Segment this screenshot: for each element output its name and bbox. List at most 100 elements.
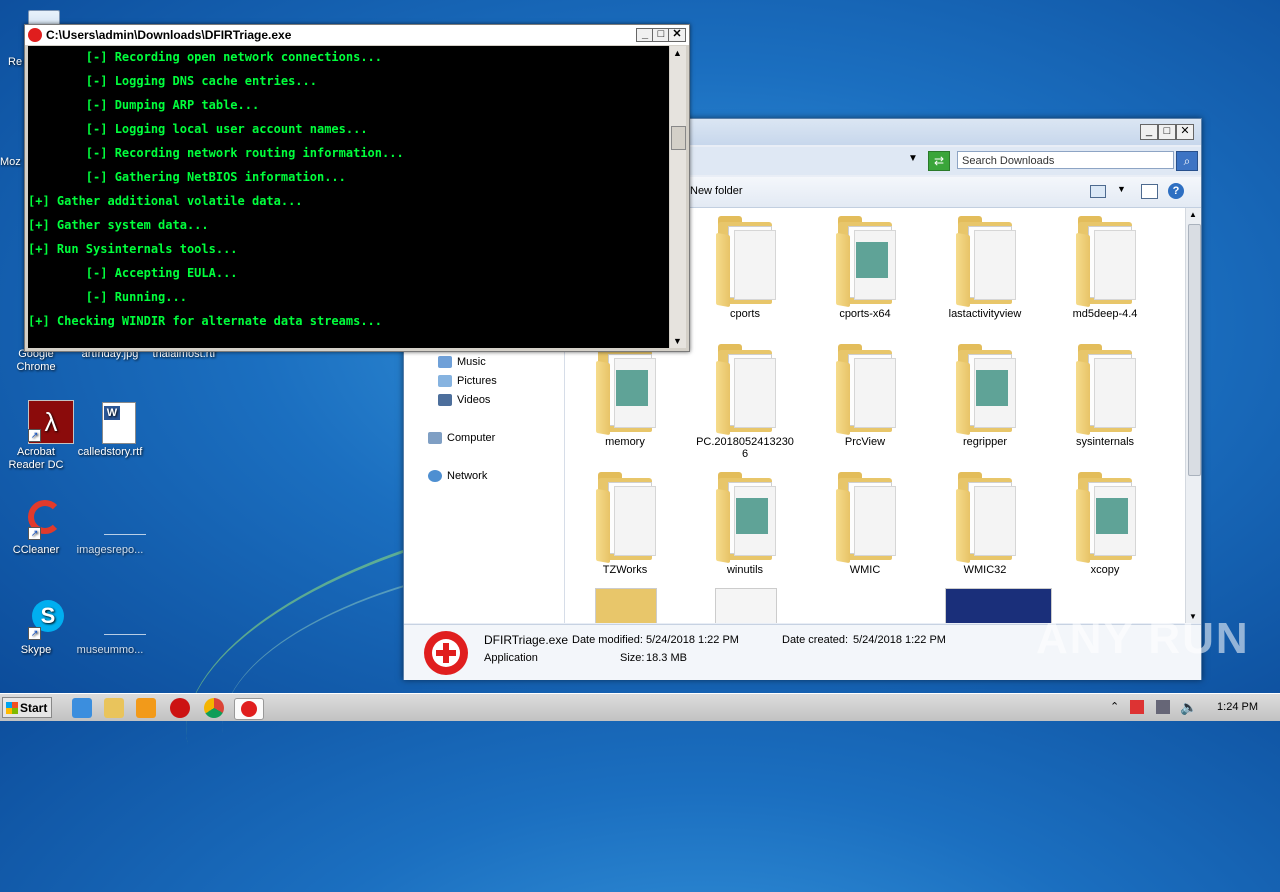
folder-icon: [1070, 344, 1140, 436]
console-line: [+] Gather system data...: [28, 218, 209, 232]
folder-item[interactable]: memory: [575, 344, 675, 448]
file-icon: [88, 496, 146, 540]
folder-item[interactable]: md5deep-4.4: [1055, 216, 1155, 320]
anyrun-watermark: ANY RUN: [1036, 614, 1250, 663]
details-modified-value: 5/24/2018 1:22 PM: [646, 634, 739, 646]
console-line: [+] Gather additional volatile data...: [28, 194, 303, 208]
computer-icon: [428, 432, 442, 445]
nav-item-network[interactable]: Network: [428, 468, 487, 484]
console-titlebar[interactable]: C:\Users\admin\Downloads\DFIRTriage.exe …: [25, 25, 689, 45]
folder-item[interactable]: WMIC32: [935, 472, 1035, 576]
chrome-taskbar-icon[interactable]: [204, 698, 224, 718]
folder-item[interactable]: cports: [695, 216, 795, 320]
folder-label: TZWorks: [602, 564, 648, 576]
vertical-scrollbar[interactable]: ▲ ▼: [1185, 208, 1201, 623]
preview-pane-icon[interactable]: [1141, 184, 1158, 199]
help-icon[interactable]: ?: [1168, 183, 1184, 199]
search-icon[interactable]: ⌕: [1176, 151, 1198, 171]
nav-item-videos[interactable]: Videos: [438, 392, 490, 408]
network-tray-icon[interactable]: [1156, 700, 1170, 714]
folder-label: PC.2018052413230 6: [696, 436, 794, 460]
explorer-taskbar-icon[interactable]: [104, 698, 124, 718]
view-icon[interactable]: [1090, 185, 1106, 198]
chevron-down-icon[interactable]: ▼: [1117, 184, 1126, 194]
folder-icon[interactable]: [595, 588, 657, 623]
console-line: [-] Dumping ARP table...: [28, 98, 260, 112]
tray-chevron-up-icon[interactable]: ⌃: [1110, 700, 1119, 713]
opera-icon[interactable]: [170, 698, 190, 718]
dfirtriage-app-icon: [28, 28, 42, 42]
console-window: C:\Users\admin\Downloads\DFIRTriage.exe …: [24, 24, 690, 352]
desktop-icon-label: imagesrepo...: [76, 544, 144, 556]
folder-item[interactable]: WMIC: [815, 472, 915, 576]
folder-label: memory: [605, 436, 645, 448]
acrobat-icon: λ ↗: [14, 398, 74, 444]
desktop-icon-skype[interactable]: S ↗ Skype: [0, 596, 72, 657]
word-document-icon: W: [88, 398, 136, 444]
search-input[interactable]: Search Downloads: [957, 151, 1174, 169]
folder-icon: [710, 344, 780, 436]
dfirtriage-app-icon: [424, 631, 468, 675]
close-button[interactable]: ✕: [1176, 124, 1194, 140]
folder-label: winutils: [726, 564, 764, 576]
details-created-label: Date created:: [782, 634, 849, 646]
scroll-up-icon[interactable]: ▲: [673, 48, 682, 58]
folder-item[interactable]: xcopy: [1055, 472, 1155, 576]
nav-item-pictures[interactable]: Pictures: [438, 373, 497, 389]
network-icon: [428, 470, 442, 483]
dfirtriage-taskbar-icon[interactable]: [234, 698, 264, 720]
start-button[interactable]: Start: [2, 697, 52, 718]
desktop-icon-label: Skype: [20, 644, 52, 656]
file-icon: [88, 596, 146, 640]
folder-item[interactable]: TZWorks: [575, 472, 675, 576]
scrollbar-thumb[interactable]: [1188, 224, 1201, 476]
folder-label: PrcView: [844, 436, 886, 448]
volume-icon[interactable]: 🔈: [1180, 699, 1197, 716]
text-file-icon[interactable]: [715, 588, 777, 623]
nav-item-music[interactable]: Music: [438, 354, 486, 370]
console-output: [-] Recording open network connections..…: [28, 46, 669, 348]
media-player-icon[interactable]: [136, 698, 156, 718]
desktop-icon-calledstory[interactable]: W calledstory.rtf: [74, 398, 146, 459]
folder-icon: [590, 344, 660, 436]
internet-explorer-icon[interactable]: [72, 698, 92, 718]
refresh-icon[interactable]: ⇄: [928, 151, 950, 171]
new-folder-button[interactable]: New folder: [690, 185, 743, 197]
folder-item[interactable]: regripper: [935, 344, 1035, 448]
skype-icon: S ↗: [14, 596, 64, 640]
folder-item[interactable]: PrcView: [815, 344, 915, 448]
action-center-icon[interactable]: [1130, 700, 1144, 714]
folder-icon: [830, 216, 900, 308]
console-scrollbar[interactable]: ▲ ▼: [670, 46, 686, 348]
folder-label: cports-x64: [839, 308, 891, 320]
desktop-icon-ccleaner[interactable]: ↗ CCleaner: [0, 496, 72, 557]
details-filename: DFIRTriage.exe: [484, 633, 569, 647]
folder-label: regripper: [962, 436, 1008, 448]
folder-item[interactable]: sysinternals: [1055, 344, 1155, 448]
folder-item[interactable]: cports-x64: [815, 216, 915, 320]
desktop-icon-museummo[interactable]: museummo...: [74, 596, 146, 657]
desktop-icon-label: calledstory.rtf: [77, 446, 143, 458]
console-line: [-] Running...: [28, 290, 187, 304]
chevron-down-icon[interactable]: ▼: [908, 153, 918, 164]
taskbar: Start ⌃ 🔈 1:24 PM: [0, 693, 1280, 721]
maximize-button[interactable]: □: [1158, 124, 1176, 140]
nav-item-computer[interactable]: Computer: [428, 430, 495, 446]
folder-item[interactable]: PC.2018052413230 6: [695, 344, 795, 460]
details-created-value: 5/24/2018 1:22 PM: [853, 634, 946, 646]
desktop-icon-acrobat-reader[interactable]: λ ↗ Acrobat Reader DC: [0, 398, 74, 472]
scroll-up-icon[interactable]: ▲: [1189, 210, 1197, 219]
details-size-label: Size:: [620, 652, 645, 664]
folder-item[interactable]: lastactivityview: [935, 216, 1035, 320]
videos-icon: [438, 394, 452, 407]
scrollbar-thumb[interactable]: [671, 126, 686, 150]
taskbar-clock[interactable]: 1:24 PM: [1217, 694, 1258, 721]
folder-item[interactable]: winutils: [695, 472, 795, 576]
close-button[interactable]: ✕: [668, 28, 686, 42]
desktop-icon-imagesrepo[interactable]: imagesrepo...: [74, 496, 146, 557]
details-modified-label: Date modified:: [572, 634, 643, 646]
minimize-button[interactable]: _: [1140, 124, 1158, 140]
console-line: [-] Accepting EULA...: [28, 266, 238, 280]
folder-icon: [830, 472, 900, 564]
scroll-down-icon[interactable]: ▼: [673, 336, 682, 346]
